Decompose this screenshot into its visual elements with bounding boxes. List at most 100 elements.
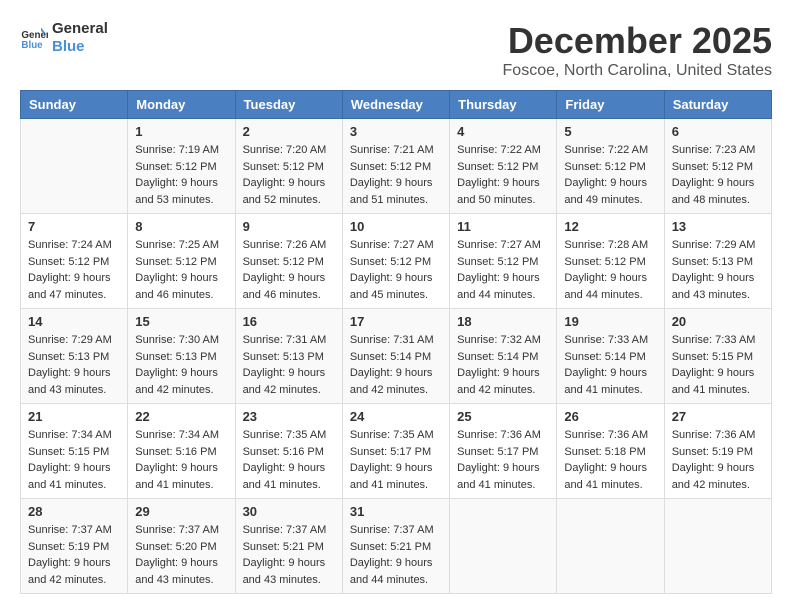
day-info: Sunrise: 7:21 AMSunset: 5:12 PMDaylight:…: [350, 142, 442, 208]
day-number: 27: [672, 409, 764, 424]
day-info: Sunrise: 7:32 AMSunset: 5:14 PMDaylight:…: [457, 332, 549, 398]
day-info: Sunrise: 7:19 AMSunset: 5:12 PMDaylight:…: [135, 142, 227, 208]
day-info: Sunrise: 7:30 AMSunset: 5:13 PMDaylight:…: [135, 332, 227, 398]
calendar-cell: 28Sunrise: 7:37 AMSunset: 5:19 PMDayligh…: [21, 499, 128, 594]
calendar-cell: 10 Sunrise: 7:27 AMSunset: 5:12 PMDayligh…: [342, 214, 449, 309]
calendar-cell: 17Sunrise: 7:31 AMSunset: 5:14 PMDayligh…: [342, 309, 449, 404]
day-number: 6: [672, 124, 764, 139]
day-number: 15: [135, 314, 227, 329]
calendar-cell: 24Sunrise: 7:35 AMSunset: 5:17 PMDayligh…: [342, 404, 449, 499]
weekday-header-row: SundayMondayTuesdayWednesdayThursdayFrid…: [21, 91, 772, 119]
week-row-0: 1 Sunrise: 7:19 AMSunset: 5:12 PMDaylight…: [21, 119, 772, 214]
calendar-cell: 1 Sunrise: 7:19 AMSunset: 5:12 PMDaylight…: [128, 119, 235, 214]
day-info: Sunrise: 7:35 AMSunset: 5:16 PMDaylight:…: [243, 427, 335, 493]
weekday-header-wednesday: Wednesday: [342, 91, 449, 119]
day-number: 13: [672, 219, 764, 234]
logo-icon: General Blue: [20, 24, 48, 52]
logo-line1: General: [52, 20, 108, 38]
week-row-2: 14Sunrise: 7:29 AMSunset: 5:13 PMDayligh…: [21, 309, 772, 404]
day-info: Sunrise: 7:37 AMSunset: 5:20 PMDaylight:…: [135, 522, 227, 588]
day-info: Sunrise: 7:26 AMSunset: 5:12 PMDaylight:…: [243, 237, 335, 303]
day-number: 29: [135, 504, 227, 519]
day-info: Sunrise: 7:20 AMSunset: 5:12 PMDaylight:…: [243, 142, 335, 208]
day-number: 26: [564, 409, 656, 424]
calendar-cell: 12 Sunrise: 7:28 AMSunset: 5:12 PMDayligh…: [557, 214, 664, 309]
day-info: Sunrise: 7:34 AMSunset: 5:15 PMDaylight:…: [28, 427, 120, 493]
weekday-header-thursday: Thursday: [450, 91, 557, 119]
day-info: Sunrise: 7:36 AMSunset: 5:17 PMDaylight:…: [457, 427, 549, 493]
day-number: 10: [350, 219, 442, 234]
day-info: Sunrise: 7:37 AMSunset: 5:21 PMDaylight:…: [243, 522, 335, 588]
calendar-cell: 15 Sunrise: 7:30 AMSunset: 5:13 PMDayligh…: [128, 309, 235, 404]
day-number: 18: [457, 314, 549, 329]
logo: General Blue General Blue: [20, 20, 108, 56]
day-number: 23: [243, 409, 335, 424]
day-number: 24: [350, 409, 442, 424]
calendar-cell: [450, 499, 557, 594]
calendar-cell: 20 Sunrise: 7:33 AMSunset: 5:15 PMDayligh…: [664, 309, 771, 404]
calendar-cell: 2Sunrise: 7:20 AMSunset: 5:12 PMDaylight…: [235, 119, 342, 214]
day-info: Sunrise: 7:33 AMSunset: 5:14 PMDaylight:…: [564, 332, 656, 398]
week-row-1: 7Sunrise: 7:24 AMSunset: 5:12 PMDaylight…: [21, 214, 772, 309]
calendar-cell: 11 Sunrise: 7:27 AMSunset: 5:12 PMDayligh…: [450, 214, 557, 309]
calendar-cell: 25 Sunrise: 7:36 AMSunset: 5:17 PMDayligh…: [450, 404, 557, 499]
calendar-cell: 27 Sunrise: 7:36 AMSunset: 5:19 PMDayligh…: [664, 404, 771, 499]
calendar-cell: [664, 499, 771, 594]
header: General Blue General Blue December 2025 …: [20, 20, 772, 80]
day-info: Sunrise: 7:29 AMSunset: 5:13 PMDaylight:…: [672, 237, 764, 303]
day-number: 12: [564, 219, 656, 234]
calendar-cell: [557, 499, 664, 594]
weekday-header-tuesday: Tuesday: [235, 91, 342, 119]
day-info: Sunrise: 7:37 AMSunset: 5:21 PMDaylight:…: [350, 522, 442, 588]
svg-text:Blue: Blue: [21, 40, 43, 51]
calendar-cell: 19 Sunrise: 7:33 AMSunset: 5:14 PMDayligh…: [557, 309, 664, 404]
day-number: 1: [135, 124, 227, 139]
day-number: 4: [457, 124, 549, 139]
calendar-cell: 14Sunrise: 7:29 AMSunset: 5:13 PMDayligh…: [21, 309, 128, 404]
day-info: Sunrise: 7:31 AMSunset: 5:14 PMDaylight:…: [350, 332, 442, 398]
calendar-cell: 5Sunrise: 7:22 AMSunset: 5:12 PMDaylight…: [557, 119, 664, 214]
day-info: Sunrise: 7:36 AMSunset: 5:19 PMDaylight:…: [672, 427, 764, 493]
day-info: Sunrise: 7:22 AMSunset: 5:12 PMDaylight:…: [457, 142, 549, 208]
day-info: Sunrise: 7:27 AMSunset: 5:12 PMDaylight:…: [457, 237, 549, 303]
weekday-header-monday: Monday: [128, 91, 235, 119]
calendar-cell: 6 Sunrise: 7:23 AMSunset: 5:12 PMDaylight…: [664, 119, 771, 214]
day-number: 28: [28, 504, 120, 519]
day-info: Sunrise: 7:33 AMSunset: 5:15 PMDaylight:…: [672, 332, 764, 398]
calendar-cell: 30 Sunrise: 7:37 AMSunset: 5:21 PMDayligh…: [235, 499, 342, 594]
calendar-cell: 31Sunrise: 7:37 AMSunset: 5:21 PMDayligh…: [342, 499, 449, 594]
calendar-cell: 21Sunrise: 7:34 AMSunset: 5:15 PMDayligh…: [21, 404, 128, 499]
weekday-header-friday: Friday: [557, 91, 664, 119]
calendar-cell: 29 Sunrise: 7:37 AMSunset: 5:20 PMDayligh…: [128, 499, 235, 594]
calendar-cell: [21, 119, 128, 214]
day-number: 30: [243, 504, 335, 519]
calendar-table: SundayMondayTuesdayWednesdayThursdayFrid…: [20, 90, 772, 594]
day-info: Sunrise: 7:34 AMSunset: 5:16 PMDaylight:…: [135, 427, 227, 493]
day-info: Sunrise: 7:27 AMSunset: 5:12 PMDaylight:…: [350, 237, 442, 303]
calendar-cell: 13 Sunrise: 7:29 AMSunset: 5:13 PMDayligh…: [664, 214, 771, 309]
calendar-cell: 3 Sunrise: 7:21 AMSunset: 5:12 PMDaylight…: [342, 119, 449, 214]
month-title: December 2025: [503, 20, 772, 62]
location-title: Foscoe, North Carolina, United States: [503, 62, 772, 80]
week-row-3: 21Sunrise: 7:34 AMSunset: 5:15 PMDayligh…: [21, 404, 772, 499]
logo-line2: Blue: [52, 38, 108, 56]
calendar-cell: 8Sunrise: 7:25 AMSunset: 5:12 PMDaylight…: [128, 214, 235, 309]
day-number: 19: [564, 314, 656, 329]
day-info: Sunrise: 7:23 AMSunset: 5:12 PMDaylight:…: [672, 142, 764, 208]
week-row-4: 28Sunrise: 7:37 AMSunset: 5:19 PMDayligh…: [21, 499, 772, 594]
title-area: December 2025 Foscoe, North Carolina, Un…: [503, 20, 772, 80]
day-number: 25: [457, 409, 549, 424]
day-number: 20: [672, 314, 764, 329]
calendar-cell: 23 Sunrise: 7:35 AMSunset: 5:16 PMDayligh…: [235, 404, 342, 499]
day-info: Sunrise: 7:25 AMSunset: 5:12 PMDaylight:…: [135, 237, 227, 303]
calendar-cell: 16Sunrise: 7:31 AMSunset: 5:13 PMDayligh…: [235, 309, 342, 404]
day-info: Sunrise: 7:28 AMSunset: 5:12 PMDaylight:…: [564, 237, 656, 303]
day-info: Sunrise: 7:29 AMSunset: 5:13 PMDaylight:…: [28, 332, 120, 398]
day-number: 11: [457, 219, 549, 234]
day-number: 16: [243, 314, 335, 329]
day-number: 3: [350, 124, 442, 139]
calendar-cell: 18 Sunrise: 7:32 AMSunset: 5:14 PMDayligh…: [450, 309, 557, 404]
calendar-cell: 26Sunrise: 7:36 AMSunset: 5:18 PMDayligh…: [557, 404, 664, 499]
calendar-cell: 22Sunrise: 7:34 AMSunset: 5:16 PMDayligh…: [128, 404, 235, 499]
weekday-header-saturday: Saturday: [664, 91, 771, 119]
